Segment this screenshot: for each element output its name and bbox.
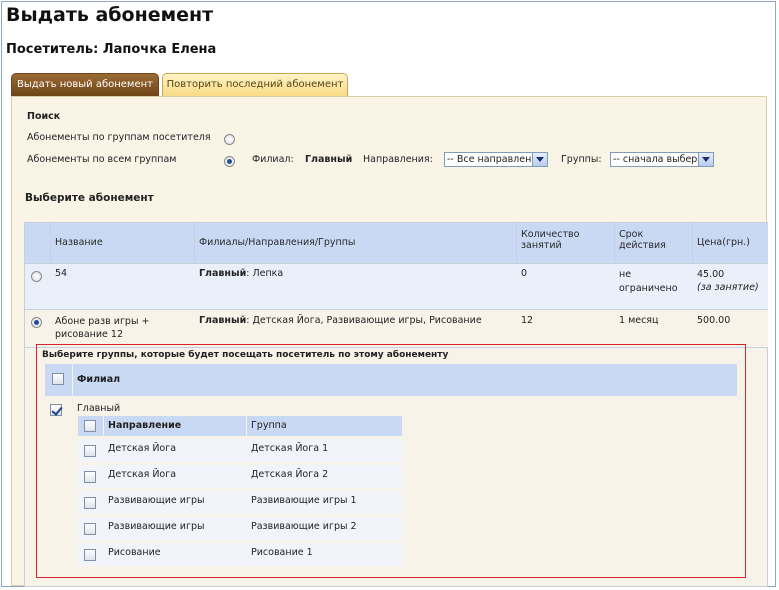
chevron-down-icon[interactable] bbox=[698, 153, 713, 166]
table-header-price: Цена(грн.) bbox=[693, 223, 768, 263]
row-branches: Главный: Лепка bbox=[195, 264, 287, 283]
radio-by-visitor-groups[interactable] bbox=[224, 134, 235, 145]
radio-all-groups[interactable] bbox=[224, 156, 235, 167]
row-count: 12 bbox=[521, 315, 534, 326]
group-column-header: Группа bbox=[247, 416, 402, 436]
groups-select-value: -- сначала выберите -- bbox=[613, 154, 697, 165]
direction-column-header: Направление bbox=[104, 416, 246, 436]
select-all-groups-checkbox[interactable] bbox=[84, 420, 96, 432]
search-heading: Поиск bbox=[27, 111, 61, 122]
content-panel: Поиск Абонементы по группам посетителя А… bbox=[11, 96, 768, 587]
group-row-group: Рисование 1 bbox=[247, 543, 402, 566]
group-row-direction: Детская Йога bbox=[104, 465, 246, 488]
row-price: 45.00 (за занятие) bbox=[693, 264, 767, 298]
table-header-term: Срок действия bbox=[615, 223, 692, 263]
groups-label: Группы: bbox=[561, 154, 602, 165]
table-header-branches: Филиалы/Направления/Группы bbox=[195, 223, 516, 263]
branch-header: Филиал bbox=[73, 364, 737, 396]
group-row-direction: Развивающие игры bbox=[104, 517, 246, 540]
table-header-count: Количество занятий bbox=[517, 223, 614, 263]
directions-select-value: -- Все направления -- bbox=[447, 154, 531, 165]
row-branch-rest: : Детская Йога, Развивающие игры, Рисова… bbox=[246, 315, 482, 326]
group-row-group: Развивающие игры 2 bbox=[247, 517, 402, 540]
group-row-direction: Развивающие игры bbox=[104, 491, 246, 514]
groups-selection-panel: Выберите группы, которые будет посещать … bbox=[36, 344, 746, 578]
row-branches: Главный: Детская Йога, Развивающие игры,… bbox=[195, 311, 486, 330]
directions-select[interactable]: -- Все направления -- bbox=[444, 152, 548, 167]
radio-subscription-54[interactable] bbox=[31, 271, 42, 282]
branch-checkbox-main[interactable] bbox=[50, 404, 62, 416]
table-header-name: Название bbox=[51, 223, 194, 263]
group-row-group: Детская Йога 2 bbox=[247, 465, 402, 488]
table-header-select bbox=[25, 223, 50, 263]
group-row-direction: Рисование bbox=[104, 543, 246, 566]
row-term: 1 месяц bbox=[619, 315, 659, 326]
option-all-groups-label: Абонементы по всем группам bbox=[27, 154, 177, 165]
chevron-down-icon[interactable] bbox=[532, 153, 547, 166]
row-price: 500.00 bbox=[697, 315, 731, 326]
row-price-value: 45.00 bbox=[697, 269, 725, 280]
group-row-checkbox[interactable] bbox=[84, 497, 96, 509]
branch-label: Филиал: bbox=[252, 154, 294, 165]
option-by-visitor-groups-label: Абонементы по группам посетителя bbox=[27, 132, 211, 143]
choose-subscription-heading: Выберите абонемент bbox=[25, 192, 154, 204]
row-branch-rest: : Лепка bbox=[246, 268, 284, 279]
directions-label: Направления: bbox=[363, 154, 433, 165]
visitor-label: Посетитель: Лапочка Елена bbox=[6, 42, 217, 57]
row-branch: Главный bbox=[199, 315, 247, 326]
branch-name: Главный bbox=[77, 403, 121, 414]
group-row-group: Детская Йога 1 bbox=[247, 439, 402, 462]
group-row-checkbox[interactable] bbox=[84, 549, 96, 561]
row-name: Абоне разв игры + рисование 12 bbox=[55, 316, 150, 340]
row-term: не ограничено bbox=[619, 269, 678, 294]
radio-subscription-abone[interactable] bbox=[31, 317, 42, 328]
tab-repeat-last-subscription[interactable]: Повторить последний абонемент bbox=[162, 73, 348, 96]
group-row-checkbox[interactable] bbox=[84, 445, 96, 457]
row-branch: Главный bbox=[199, 268, 247, 279]
groups-select[interactable]: -- сначала выберите -- bbox=[610, 152, 714, 167]
group-row-checkbox[interactable] bbox=[84, 523, 96, 535]
row-name: 54 bbox=[55, 268, 68, 279]
select-all-branches-checkbox[interactable] bbox=[52, 373, 64, 385]
tab-new-subscription[interactable]: Выдать новый абонемент bbox=[11, 73, 159, 96]
branch-value: Главный bbox=[305, 154, 353, 165]
group-row-group: Развивающие игры 1 bbox=[247, 491, 402, 514]
group-row-checkbox[interactable] bbox=[84, 471, 96, 483]
page-title: Выдать абонемент bbox=[6, 4, 214, 26]
row-count: 0 bbox=[521, 268, 528, 279]
groups-panel-title: Выберите группы, которые будет посещать … bbox=[42, 350, 449, 360]
row-price-note: (за занятие) bbox=[697, 282, 759, 293]
group-row-direction: Детская Йога bbox=[104, 439, 246, 462]
